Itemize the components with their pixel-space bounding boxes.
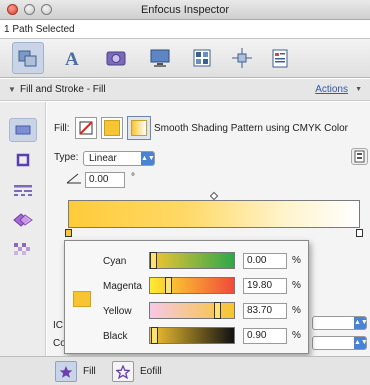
inspector-toolbar: A	[0, 38, 370, 78]
star-outline-icon	[112, 361, 134, 382]
cyan-unit: %	[292, 255, 301, 266]
option-select-2[interactable]: ▲▼	[312, 336, 368, 350]
black-unit: %	[292, 330, 301, 341]
text-icon[interactable]: A	[56, 42, 88, 74]
select-arrows-icon: ▲▼	[354, 337, 368, 349]
no-fill-button[interactable]	[75, 117, 97, 139]
actions-menu-link[interactable]: Actions	[315, 84, 348, 95]
yellow-slider[interactable]	[149, 302, 235, 319]
type-label: Type:	[54, 152, 79, 163]
layout-grid-icon[interactable]	[186, 42, 218, 74]
yellow-label: Yellow	[103, 306, 132, 317]
eofill-rule-button[interactable]: Eofill	[112, 361, 162, 382]
angle-input[interactable]: 0.00	[85, 172, 125, 188]
gradient-fill-button[interactable]	[127, 116, 151, 140]
black-label: Black	[103, 331, 128, 342]
monitor-icon[interactable]	[144, 42, 176, 74]
disclosure-triangle-icon[interactable]: ▼	[8, 85, 16, 94]
overprint-icon[interactable]	[9, 208, 37, 232]
gradient-ramp[interactable]	[68, 200, 360, 228]
magenta-unit: %	[292, 280, 301, 291]
path-icon[interactable]	[12, 42, 44, 74]
current-color-swatch	[73, 291, 91, 307]
document-list-icon[interactable]	[264, 42, 296, 74]
type-value: Linear	[89, 153, 117, 164]
star-fill-icon	[55, 361, 77, 382]
yellow-unit: %	[292, 305, 301, 316]
solid-fill-button[interactable]	[101, 117, 123, 139]
partial-label-1: IC	[53, 320, 63, 331]
stroke-mode-icon[interactable]	[9, 148, 37, 172]
svg-text:A: A	[65, 49, 79, 69]
pattern-settings-button[interactable]	[351, 148, 368, 165]
title-bar: Enfocus Inspector	[0, 0, 370, 20]
yellow-slider-thumb[interactable]	[214, 302, 222, 319]
angle-icon	[66, 173, 81, 184]
transparency-icon[interactable]	[9, 238, 37, 262]
cmyk-color-popover: Cyan 0.00 % Magenta 19.80 % Yellow 83.70…	[64, 240, 309, 354]
black-value-input[interactable]: 0.90	[243, 328, 287, 344]
actions-caret-icon[interactable]: ▼	[355, 86, 362, 93]
angle-unit: °	[131, 172, 135, 183]
magenta-value-input[interactable]: 19.80	[243, 278, 287, 294]
cyan-label: Cyan	[103, 256, 127, 267]
type-select[interactable]: Linear ▲▼	[83, 151, 155, 166]
fill-rule-bar: Fill Eofill	[0, 356, 370, 385]
magenta-slider[interactable]	[149, 277, 235, 294]
gradient-stop-start[interactable]	[65, 229, 72, 237]
section-title: Fill and Stroke - Fill	[20, 84, 106, 95]
cyan-slider[interactable]	[149, 252, 235, 269]
image-icon[interactable]	[100, 42, 132, 74]
fill-description: Smooth Shading Pattern using CMYK Color	[154, 123, 348, 134]
cyan-slider-thumb[interactable]	[150, 252, 157, 269]
select-arrows-icon: ▲▼	[141, 152, 155, 165]
eofill-rule-label: Eofill	[140, 366, 162, 377]
window-title: Enfocus Inspector	[140, 4, 230, 16]
magenta-label: Magenta	[103, 281, 142, 292]
fill-stroke-sidebar	[0, 102, 46, 356]
option-select-1[interactable]: ▲▼	[312, 316, 368, 330]
black-slider[interactable]	[149, 327, 235, 344]
fill-rule-button[interactable]: Fill	[55, 361, 96, 382]
selection-status: 1 Path Selected	[4, 24, 75, 35]
black-slider-thumb[interactable]	[150, 327, 158, 344]
fill-mode-icon[interactable]	[9, 118, 37, 142]
section-header[interactable]: ▼ Fill and Stroke - Fill Actions ▼	[0, 79, 370, 101]
position-icon[interactable]	[226, 42, 258, 74]
magenta-slider-thumb[interactable]	[165, 277, 173, 294]
fill-rule-label: Fill	[83, 366, 96, 377]
select-arrows-icon: ▲▼	[354, 317, 368, 329]
fill-label: Fill:	[54, 123, 70, 134]
gradient-stop-end[interactable]	[356, 229, 363, 237]
stroke-style-icon[interactable]	[9, 178, 37, 202]
yellow-value-input[interactable]: 83.70	[243, 303, 287, 319]
cyan-value-input[interactable]: 0.00	[243, 253, 287, 269]
